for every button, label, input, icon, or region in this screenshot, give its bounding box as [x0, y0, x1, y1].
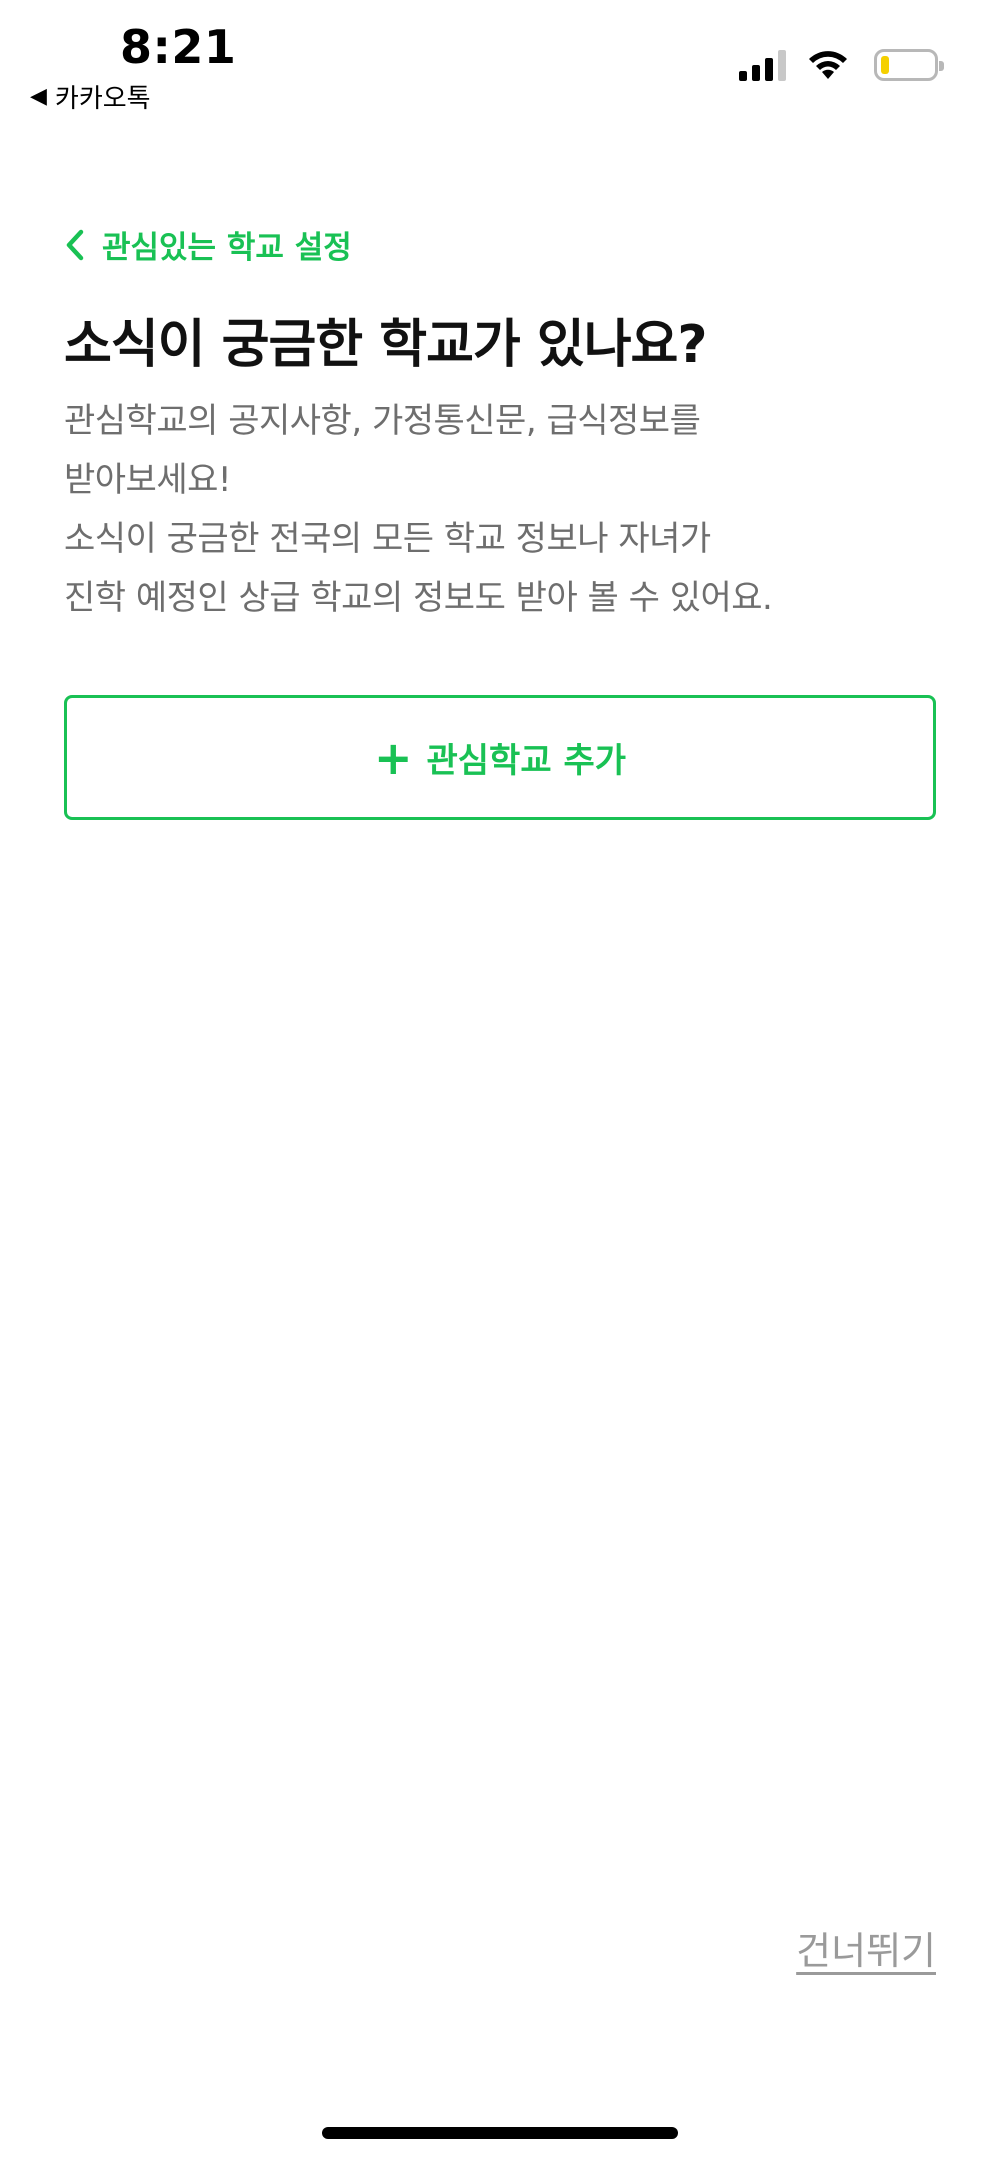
- description-line: 받아보세요!: [64, 460, 232, 500]
- chevron-left-icon: [66, 229, 84, 260]
- screen: 8:21 ◀ 카카오톡 관심있는 학교 설정 소식이 궁금한 학교가 있나요?: [0, 0, 1000, 2164]
- status-indicators: [739, 48, 944, 82]
- description-line: 관심학교의 공지사항, 가정통신문, 급식정보를: [64, 401, 701, 441]
- wifi-icon: [809, 51, 847, 79]
- skip-link[interactable]: 건너뛰기: [796, 1920, 936, 1975]
- status-time: 8:21: [120, 20, 237, 74]
- home-indicator[interactable]: [322, 2127, 678, 2139]
- nav-back-button[interactable]: 관심있는 학교 설정: [64, 222, 352, 267]
- back-to-app-link[interactable]: ◀ 카카오톡: [30, 78, 151, 115]
- add-button-label: 관심학교 추가: [426, 741, 627, 781]
- back-triangle-icon: ◀: [30, 84, 47, 109]
- plus-icon: +: [373, 730, 413, 785]
- nav-title: 관심있는 학교 설정: [102, 230, 352, 266]
- description: 관심학교의 공지사항, 가정통신문, 급식정보를 받아보세요! 소식이 궁금한 …: [64, 392, 944, 628]
- battery-icon: [874, 49, 944, 81]
- add-favorite-school-button[interactable]: + 관심학교 추가: [64, 695, 936, 820]
- back-app-label: 카카오톡: [54, 84, 151, 114]
- description-line: 진학 예정인 상급 학교의 정보도 받아 볼 수 있어요.: [64, 578, 773, 618]
- page-title: 소식이 궁금한 학교가 있나요?: [64, 315, 708, 375]
- description-line: 소식이 궁금한 전국의 모든 학교 정보나 자녀가: [64, 519, 711, 559]
- cellular-signal-icon: [739, 49, 786, 81]
